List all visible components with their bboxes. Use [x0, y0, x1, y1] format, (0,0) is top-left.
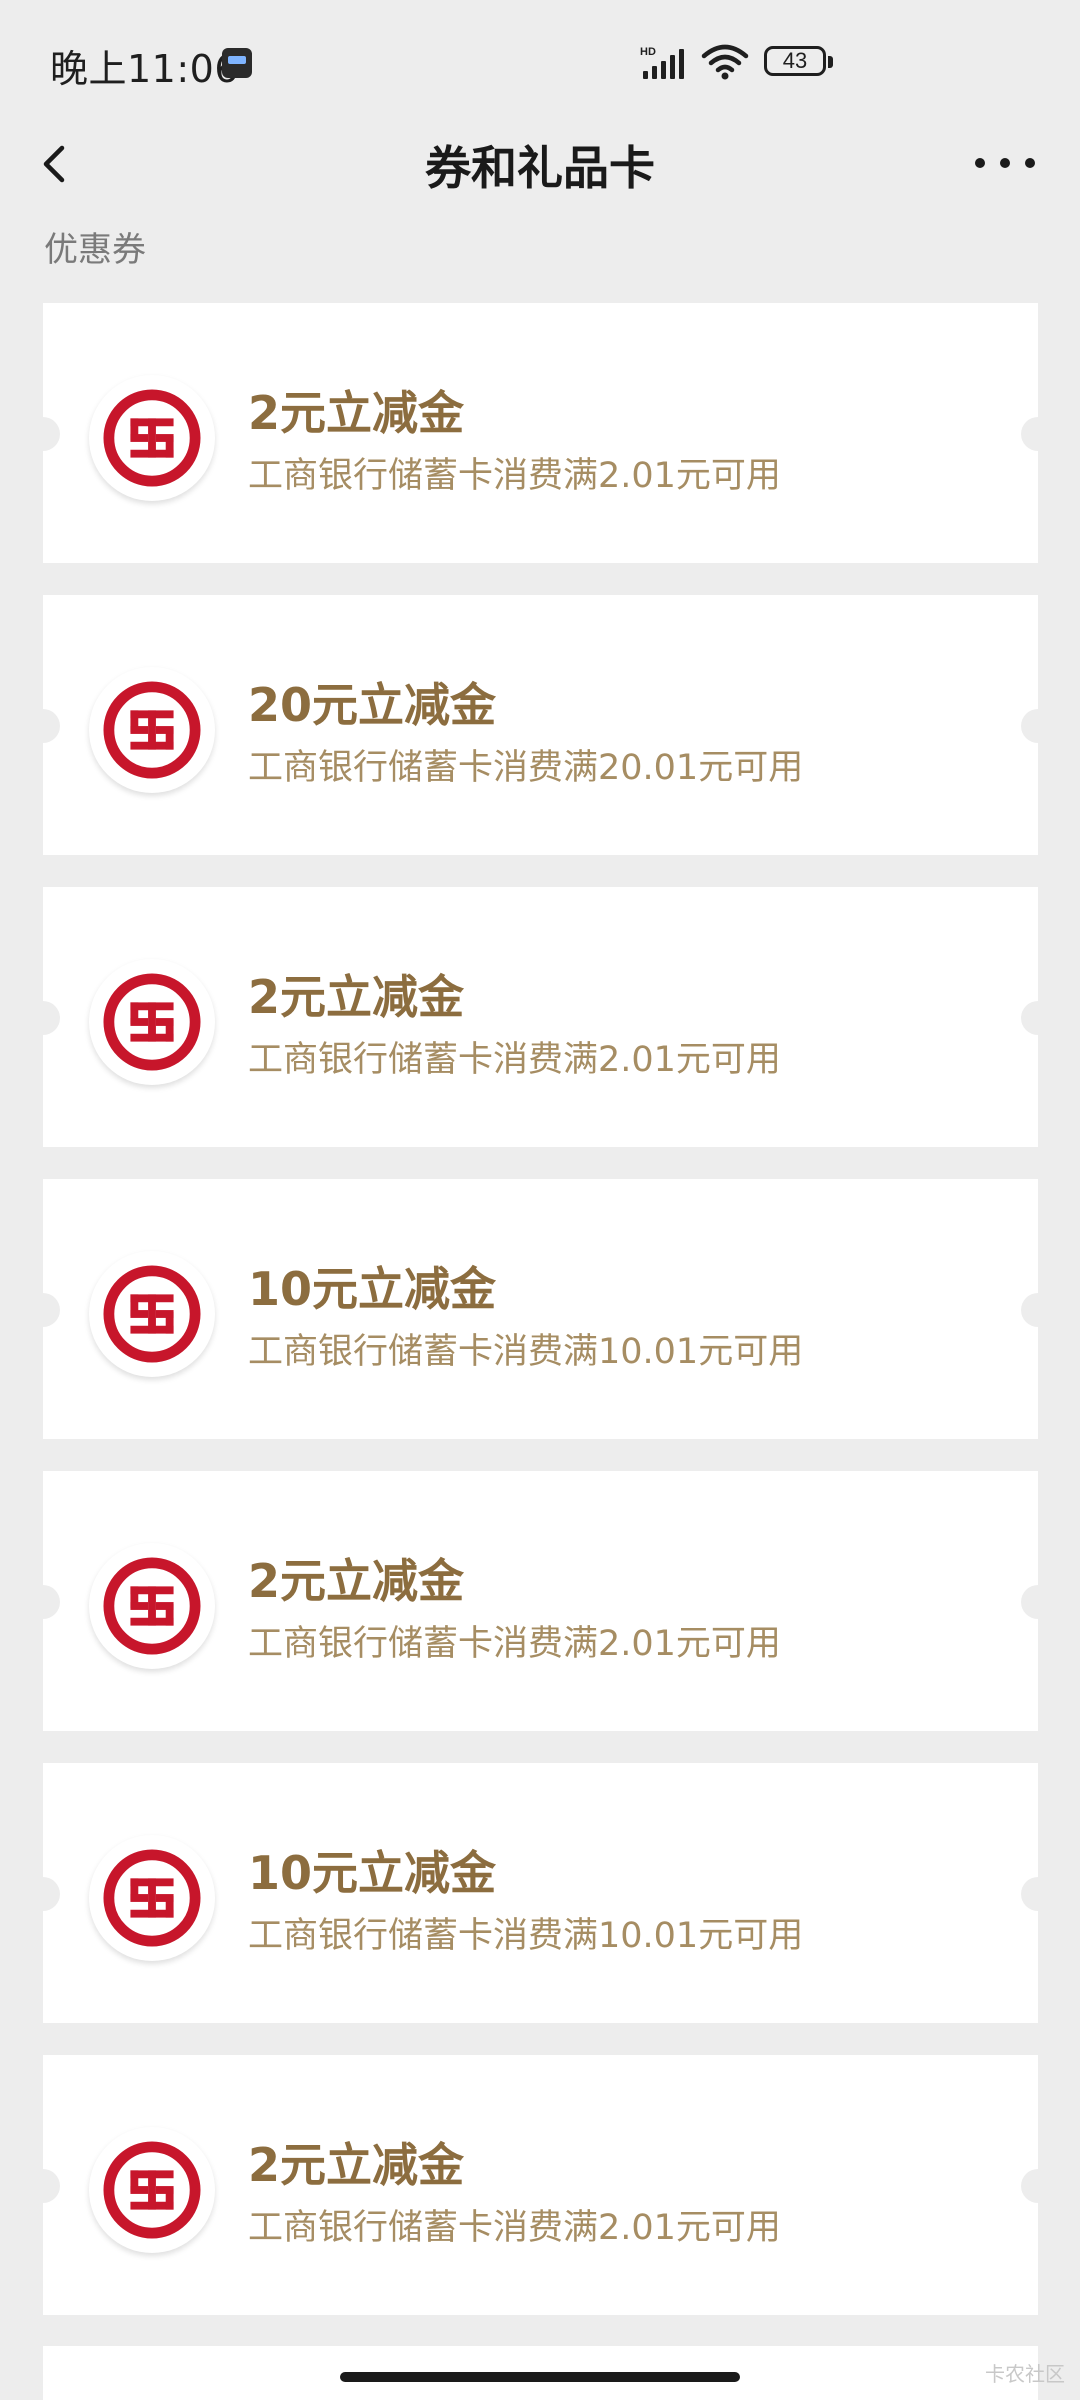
card-notch — [26, 1293, 60, 1327]
coupon-title: 2元立减金 — [248, 386, 465, 440]
battery-icon: 43 — [764, 46, 836, 80]
coupon-description: 工商银行储蓄卡消费满20.01元可用 — [248, 748, 804, 788]
coupon-card[interactable]: 2元立减金 工商银行储蓄卡消费满2.01元可用 — [26, 2055, 1055, 2315]
card-notch — [26, 1001, 60, 1035]
more-button[interactable] — [970, 140, 1040, 190]
more-dot — [1025, 158, 1035, 168]
card-notch — [26, 2169, 60, 2203]
coupon-card[interactable]: 10元立减金 工商银行储蓄卡消费满10.01元可用 — [26, 1763, 1055, 2023]
coupon-title: 20元立减金 — [248, 678, 497, 732]
coupon-description: 工商银行储蓄卡消费满2.01元可用 — [248, 456, 781, 496]
coupon-card[interactable]: 2元立减金 工商银行储蓄卡消费满2.01元可用 — [26, 887, 1055, 1147]
card-notch — [1021, 417, 1055, 451]
card-notch — [26, 1877, 60, 1911]
more-dot — [1000, 158, 1010, 168]
status-time: 晚上11:06 — [50, 47, 240, 91]
coupon-description: 工商银行储蓄卡消费满2.01元可用 — [248, 2208, 781, 2248]
icbc-logo-icon — [89, 2127, 215, 2253]
card-notch — [26, 1585, 60, 1619]
icbc-logo-icon — [89, 1835, 215, 1961]
wifi-icon — [701, 44, 749, 80]
icbc-logo-icon — [89, 959, 215, 1085]
icbc-logo-icon — [89, 1543, 215, 1669]
home-indicator[interactable] — [340, 2372, 740, 2382]
coupon-title: 2元立减金 — [248, 2138, 465, 2192]
card-notch — [1021, 1293, 1055, 1327]
coupon-card[interactable]: 2元立减金 工商银行储蓄卡消费满2.01元可用 — [26, 1471, 1055, 1731]
coupon-description: 工商银行储蓄卡消费满10.01元可用 — [248, 1916, 804, 1956]
coupon-list: 2元立减金 工商银行储蓄卡消费满2.01元可用 20元立减金 工商银行储蓄卡消费… — [26, 303, 1055, 2347]
card-notch — [26, 709, 60, 743]
coupon-description: 工商银行储蓄卡消费满10.01元可用 — [248, 1332, 804, 1372]
cellular-signal-icon: HD — [640, 46, 684, 79]
watermark: 卡农社区 — [985, 2362, 1065, 2386]
network-type-label: HD — [640, 46, 656, 58]
card-notch — [1021, 2169, 1055, 2203]
card-notch — [1021, 1877, 1055, 1911]
coupon-description: 工商银行储蓄卡消费满2.01元可用 — [248, 1040, 781, 1080]
card-notch — [26, 417, 60, 451]
notification-app-icon — [222, 48, 252, 78]
coupon-card[interactable]: 10元立减金 工商银行储蓄卡消费满10.01元可用 — [26, 1179, 1055, 1439]
card-notch — [1021, 1001, 1055, 1035]
section-label-coupons: 优惠券 — [44, 230, 146, 270]
status-bar: 晚上11:06 HD 43 — [0, 0, 1080, 128]
battery-level: 43 — [782, 48, 808, 73]
icbc-logo-icon — [89, 375, 215, 501]
more-horizontal-icon — [975, 158, 985, 168]
coupon-description: 工商银行储蓄卡消费满2.01元可用 — [248, 1624, 781, 1664]
coupon-card[interactable]: 2元立减金 工商银行储蓄卡消费满2.01元可用 — [26, 303, 1055, 563]
coupon-title: 10元立减金 — [248, 1262, 497, 1316]
coupon-title: 10元立减金 — [248, 1846, 497, 1900]
coupon-title: 2元立减金 — [248, 970, 465, 1024]
coupon-card[interactable]: 20元立减金 工商银行储蓄卡消费满20.01元可用 — [26, 595, 1055, 855]
card-notch — [1021, 709, 1055, 743]
icbc-logo-icon — [89, 1251, 215, 1377]
coupon-title: 2元立减金 — [248, 1554, 465, 1608]
page-title: 券和礼品卡 — [425, 141, 655, 195]
card-notch — [1021, 1585, 1055, 1619]
icbc-logo-icon — [89, 667, 215, 793]
nav-bar: 券和礼品卡 — [0, 118, 1080, 204]
